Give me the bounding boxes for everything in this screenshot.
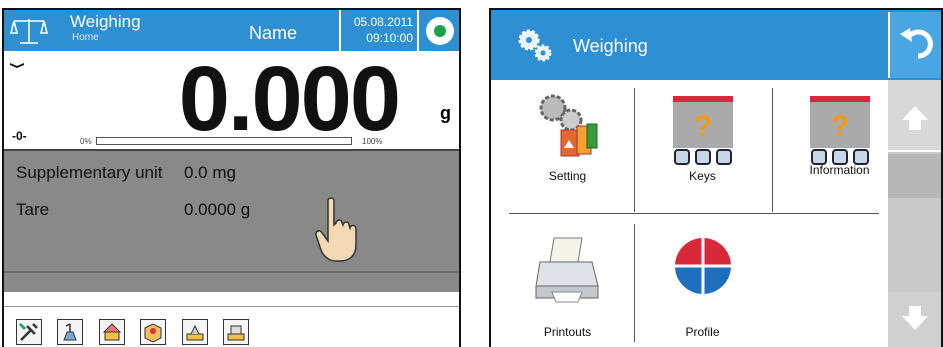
profile-icon [674, 238, 731, 294]
tile-setting[interactable]: Setting [505, 80, 630, 205]
arrow-up-icon [902, 106, 928, 130]
products-icon[interactable] [99, 319, 125, 345]
printer-icon [534, 237, 599, 303]
scroll-up-button[interactable] [888, 80, 941, 152]
arrow-down-icon [902, 306, 928, 330]
load-bar-track [96, 137, 352, 145]
tile-profile[interactable]: Profile [640, 222, 765, 347]
weighing-panel: Weighing Home Name 05.08.2011 09:10:00 -… [2, 8, 461, 347]
information-icon: ? [809, 96, 870, 165]
settings-icon [539, 94, 597, 157]
load-bar-min: 0% [80, 137, 92, 146]
info-label: Supplementary unit [16, 163, 163, 182]
menu-header: Weighing [491, 10, 941, 80]
tare-icon[interactable] [182, 319, 208, 345]
scroll-down-button[interactable] [888, 292, 941, 347]
package-icon[interactable] [140, 319, 166, 345]
info-divider [4, 271, 459, 273]
menu-grid: Setting ? Keys ? Information Printouts P… [491, 80, 887, 347]
load-bar: 0% 100% [80, 135, 383, 147]
info-label: Tare [16, 200, 50, 219]
svg-text:?: ? [693, 110, 711, 143]
hand-pointer-icon [315, 197, 357, 262]
mode-title: Weighing [70, 12, 141, 31]
tile-label: Setting [548, 169, 587, 183]
stability-icon [10, 59, 24, 70]
info-row-supplementary: Supplementary unit 0.0 mg [16, 163, 236, 183]
weight-unit[interactable]: g [440, 103, 451, 124]
tile-information[interactable]: ? Information [777, 80, 902, 205]
grid-divider [634, 88, 635, 212]
info-value: 0.0000 g [184, 200, 251, 219]
user-name[interactable]: Name [249, 23, 297, 44]
grid-divider [634, 224, 635, 342]
scrollbar-thumb[interactable] [888, 154, 941, 198]
tare-edit-icon[interactable] [223, 319, 249, 345]
gears-icon [518, 29, 552, 62]
tile-label: Printouts [543, 325, 592, 339]
svg-text:?: ? [830, 110, 848, 143]
scroll-sidebar [888, 80, 941, 347]
tile-label: Keys [689, 169, 716, 183]
tile-label: Information [809, 163, 870, 177]
back-arrow-icon [900, 28, 933, 59]
date: 05.08.2011 [353, 15, 413, 29]
time: 09:10:00 [366, 31, 413, 45]
menu-title: Weighing [573, 36, 648, 56]
weighing-menu-panel: Weighing Setting ? Keys ? Information Pr… [489, 8, 943, 347]
header-bar: Weighing Home Name 05.08.2011 09:10:00 [4, 10, 459, 51]
tile-label: Profile [685, 325, 720, 339]
grid-divider [772, 88, 773, 212]
mode-subtitle: Home [72, 32, 99, 43]
load-bar-max: 100% [362, 137, 383, 146]
balance-scale-icon[interactable] [10, 16, 48, 46]
zero-indicator: -0- [12, 129, 27, 143]
weighing-display: -0- 0.000 g 0% 100% [4, 48, 459, 150]
info-field[interactable]: Supplementary unit 0.0 mg Tare 0.0000 g [4, 149, 459, 292]
weighing-scoop-icon[interactable] [57, 319, 83, 345]
info-row-tare: Tare 0.0000 g [16, 200, 250, 220]
toolbar [4, 306, 459, 347]
tile-printouts[interactable]: Printouts [505, 222, 630, 347]
keys-icon: ? [672, 96, 733, 165]
tile-keys[interactable]: ? Keys [640, 80, 765, 205]
tools-icon[interactable] [16, 319, 42, 345]
grid-divider [509, 213, 879, 214]
back-button[interactable] [888, 12, 941, 78]
screen: Weighing Home Name 05.08.2011 09:10:00 -… [0, 0, 943, 347]
date-time[interactable]: 05.08.2011 09:10:00 [339, 10, 419, 51]
info-value: 0.0 mg [184, 163, 236, 182]
status-indicator-icon[interactable] [426, 17, 454, 45]
